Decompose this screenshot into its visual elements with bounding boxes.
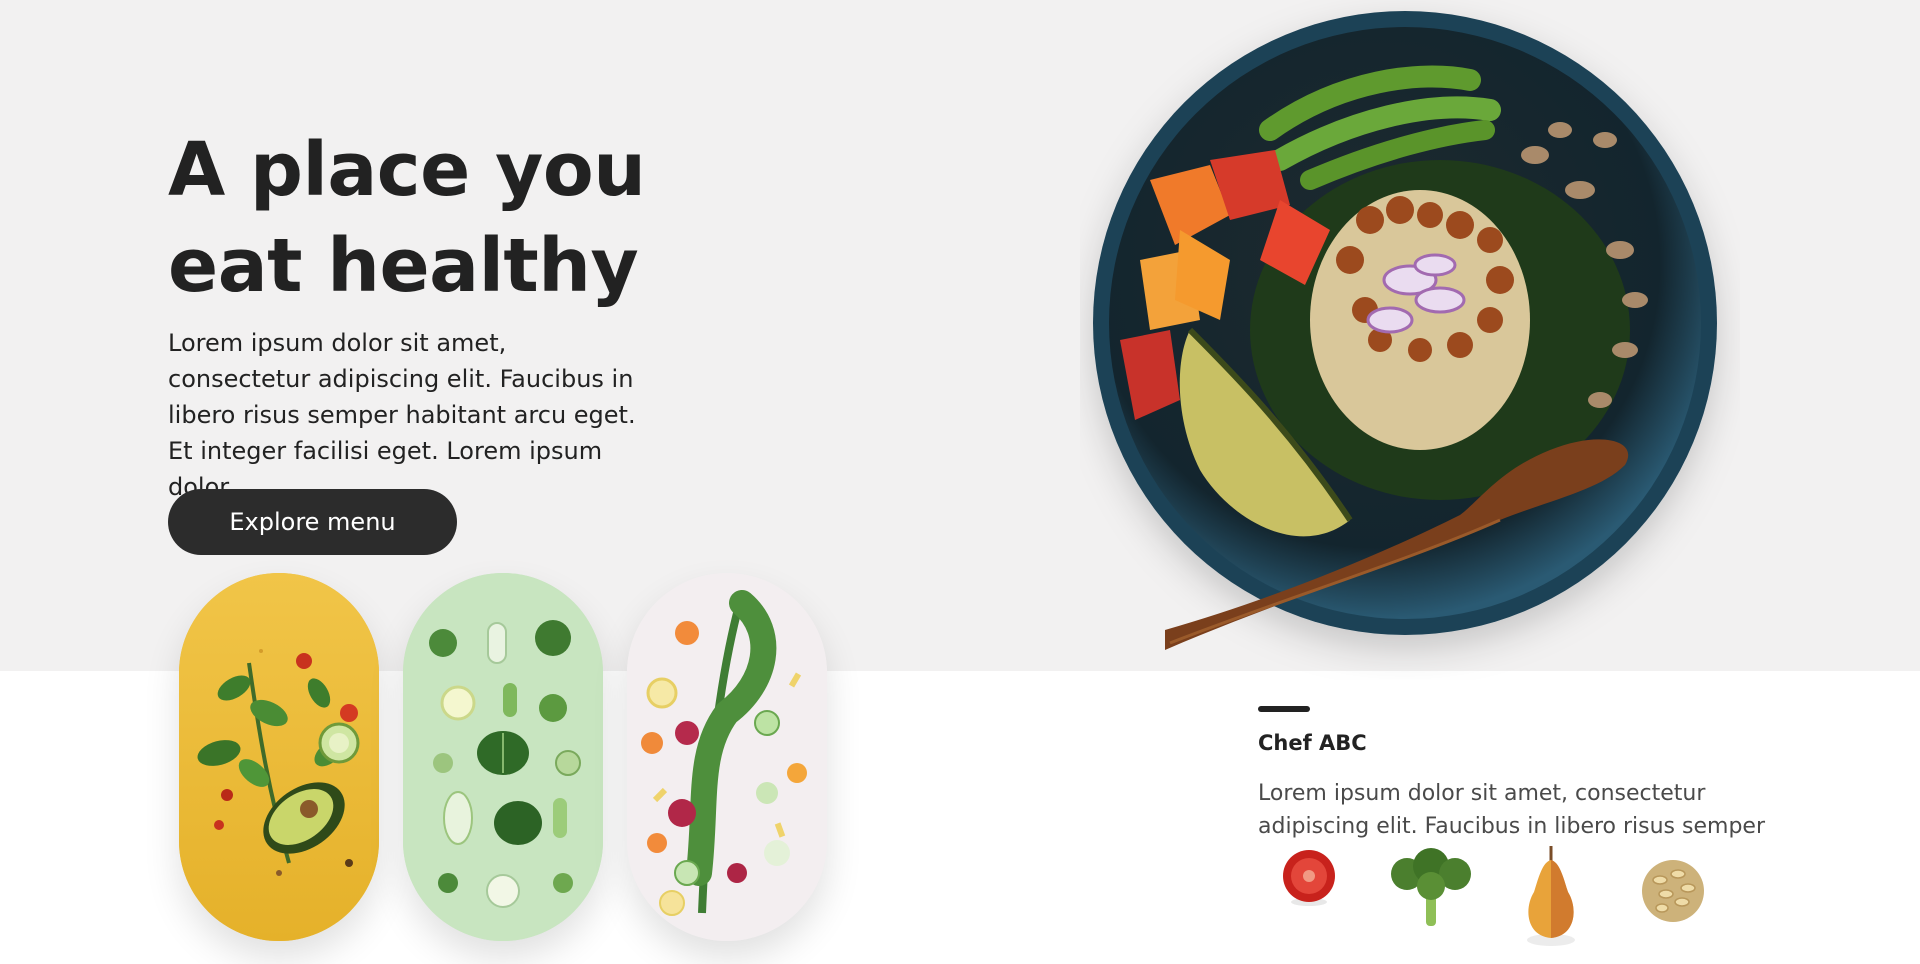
hero-title-line-2: eat healthy <box>168 223 639 309</box>
green-vegetables-image <box>403 573 603 941</box>
nuts-icon <box>1640 858 1706 928</box>
broccoli-icon <box>1385 846 1477 934</box>
kale-vegetables-image <box>627 573 827 941</box>
hero-title: A place you eat healthy <box>168 122 646 314</box>
chef-name: Chef ABC <box>1258 731 1367 755</box>
pear-icon <box>1520 846 1582 950</box>
tomato-icon <box>1281 846 1337 912</box>
herbs-avocado-image <box>179 573 379 941</box>
section-divider <box>1258 706 1310 712</box>
explore-menu-button[interactable]: Explore menu <box>168 489 457 555</box>
salad-bowl-image <box>1080 0 1740 680</box>
chef-description: Lorem ipsum dolor sit amet, consectetur … <box>1258 781 1765 839</box>
hero-title-line-1: A place you <box>168 127 646 213</box>
hero-description: Lorem ipsum dolor sit amet, consectetur … <box>168 329 636 501</box>
